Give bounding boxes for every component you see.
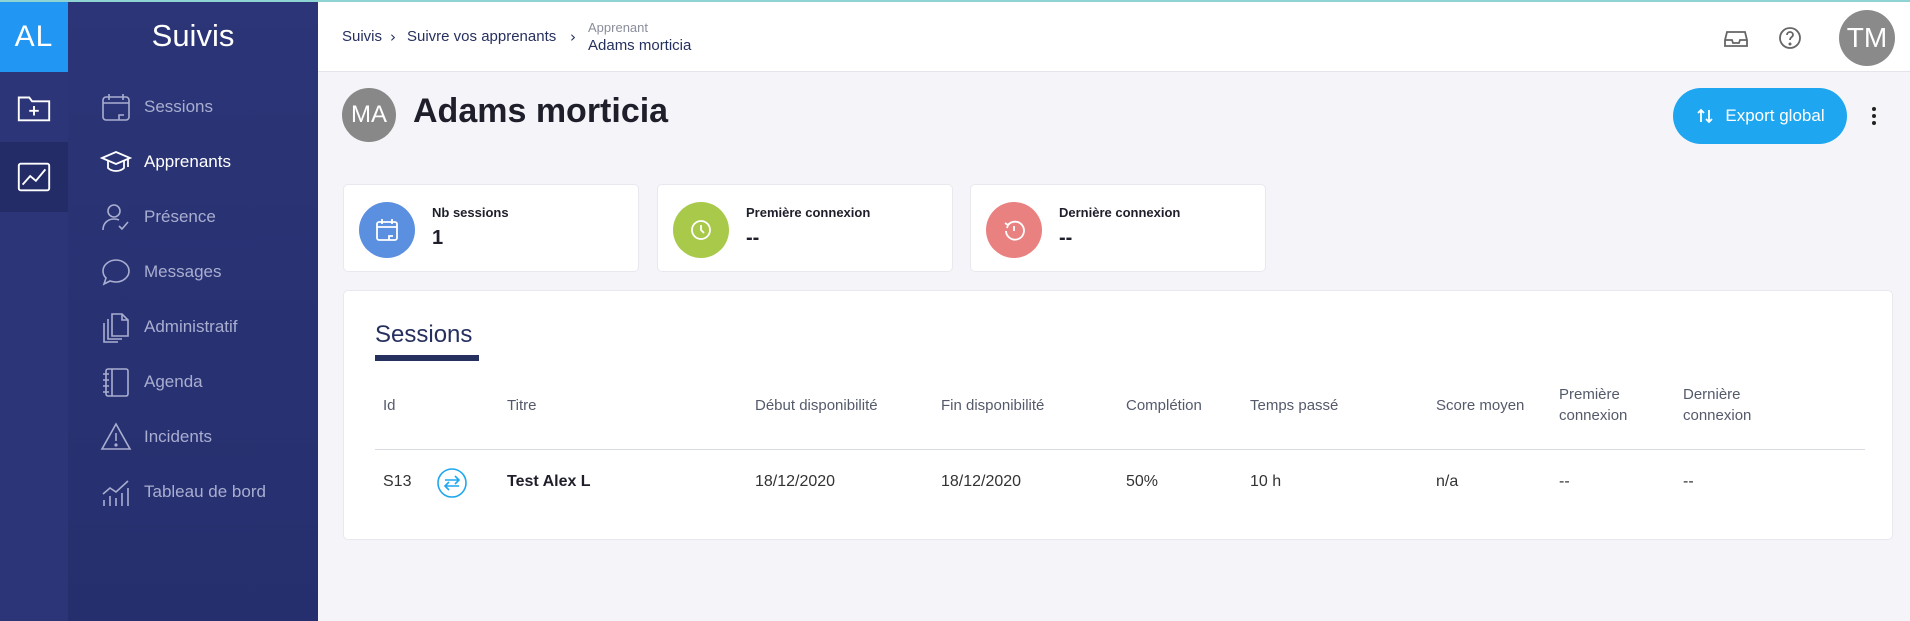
chart-frame-icon	[17, 162, 51, 192]
sidebar-item-presence[interactable]: Présence	[100, 197, 216, 237]
stat-label: Première connexion	[746, 205, 871, 220]
column-header-derniere-connexion[interactable]: Dernière connexion	[1683, 384, 1751, 426]
calendar-icon	[376, 219, 398, 241]
stat-label: Dernière connexion	[1059, 205, 1181, 220]
stat-value: 1	[432, 227, 444, 249]
user-avatar[interactable]: TM	[1839, 10, 1895, 66]
column-header-score[interactable]: Score moyen	[1436, 395, 1524, 416]
sidebar-item-apprenants[interactable]: Apprenants	[100, 142, 231, 182]
chat-bubble-icon	[102, 259, 130, 286]
sessions-title-underline	[375, 355, 479, 361]
sidebar-item-label: Tableau de bord	[144, 482, 266, 501]
export-global-label: Export global	[1725, 106, 1825, 125]
header-divider	[375, 449, 1865, 450]
column-header-debut[interactable]: Début disponibilité	[755, 395, 878, 416]
sidebar-item-label: Messages	[144, 262, 222, 281]
sort-arrows-icon	[1697, 108, 1714, 124]
rail-new-folder-button[interactable]	[0, 72, 68, 142]
sidebar-item-label: Sessions	[144, 97, 213, 116]
sidebar-item-incidents[interactable]: Incidents	[100, 417, 212, 457]
column-header-completion[interactable]: Complétion	[1126, 395, 1202, 416]
sidebar-item-tableau-de-bord[interactable]: Tableau de bord	[100, 472, 266, 512]
sidebar-item-agenda[interactable]: Agenda	[100, 362, 203, 402]
sidebar-item-messages[interactable]: Messages	[100, 252, 221, 292]
sidebar-item-label: Incidents	[144, 427, 213, 446]
column-header-line: Dernière	[1683, 386, 1741, 403]
column-header-titre[interactable]: Titre	[507, 395, 536, 416]
top-header: Suivis › Suivre vos apprenants › Apprena…	[318, 2, 1910, 72]
stat-value: --	[746, 227, 760, 249]
stat-value: --	[1059, 227, 1073, 249]
chevron-right-icon: ›	[570, 28, 576, 46]
stat-card-derniere-connexion: Dernière connexion --	[970, 184, 1266, 272]
inbox-icon[interactable]	[1722, 24, 1750, 52]
cell-fin: 18/12/2020	[941, 473, 1022, 490]
app-rail: AL	[0, 0, 68, 621]
documents-icon	[103, 313, 129, 343]
breadcrumb-suivis[interactable]: Suivis	[342, 28, 382, 45]
stat-label: Nb sessions	[432, 205, 509, 220]
sidebar-item-label: Présence	[144, 207, 216, 226]
column-header-fin[interactable]: Fin disponibilité	[941, 395, 1044, 416]
breadcrumb-suivre-apprenants[interactable]: Suivre vos apprenants	[407, 28, 556, 45]
cell-titre[interactable]: Test Alex L	[507, 473, 591, 491]
sessions-panel: Sessions Id Titre Début disponibilité Fi…	[343, 290, 1893, 540]
stat-icon-circle	[673, 202, 729, 258]
stat-icon-circle	[986, 202, 1042, 258]
history-icon	[1004, 220, 1025, 241]
sidebar-title: Suivis	[151, 18, 235, 53]
calendar-icon	[102, 94, 130, 121]
sidebar-item-label: Agenda	[144, 372, 203, 391]
rail-tracking-button[interactable]	[0, 142, 68, 212]
chevron-right-icon: ›	[390, 28, 396, 46]
more-options-icon[interactable]	[1862, 100, 1886, 132]
help-icon[interactable]	[1776, 24, 1804, 52]
app-logo[interactable]: AL	[0, 2, 68, 72]
stat-icon-circle	[359, 202, 415, 258]
sidebar-item-label: Apprenants	[144, 152, 231, 171]
stat-card-sessions: Nb sessions 1	[343, 184, 639, 272]
column-header-id[interactable]: Id	[383, 395, 396, 416]
sidebar-item-label: Administratif	[144, 317, 238, 336]
column-header-line: connexion	[1559, 407, 1628, 424]
learner-avatar: MA	[342, 88, 396, 142]
column-header-temps[interactable]: Temps passé	[1250, 395, 1338, 416]
top-accent-line	[0, 0, 1910, 2]
column-header-line: Première	[1559, 386, 1620, 403]
page-title: Adams morticia	[413, 92, 669, 130]
sidebar-item-administratif[interactable]: Administratif	[100, 307, 238, 347]
sidebar: Suivis Sessions Apprenants Présence Mess…	[68, 0, 318, 621]
clock-icon	[691, 220, 711, 240]
cell-id: S13	[383, 473, 412, 490]
column-header-line: connexion	[1683, 407, 1752, 424]
stat-card-premiere-connexion: Première connexion --	[657, 184, 953, 272]
cell-premiere-connexion: --	[1559, 473, 1570, 490]
cell-derniere-connexion: --	[1683, 473, 1694, 490]
sidebar-item-sessions[interactable]: Sessions	[100, 87, 213, 127]
column-header-premiere-connexion[interactable]: Première connexion	[1559, 384, 1627, 426]
cell-score: n/a	[1436, 473, 1459, 490]
warning-icon	[100, 422, 132, 450]
cell-temps: 10 h	[1250, 473, 1282, 490]
notebook-icon	[103, 368, 129, 397]
cell-completion: 50%	[1126, 473, 1159, 490]
user-check-icon	[102, 204, 129, 231]
export-global-button[interactable]: Export global	[1673, 88, 1847, 144]
breadcrumb-current-label: Apprenant	[588, 20, 648, 35]
cell-debut: 18/12/2020	[755, 473, 836, 490]
folder-plus-icon	[17, 96, 51, 122]
swap-arrows-icon[interactable]	[436, 467, 468, 499]
graduation-cap-icon	[100, 151, 132, 172]
chart-icon	[102, 480, 129, 506]
breadcrumb-current-value: Adams morticia	[588, 37, 692, 54]
sessions-title: Sessions	[375, 321, 473, 348]
